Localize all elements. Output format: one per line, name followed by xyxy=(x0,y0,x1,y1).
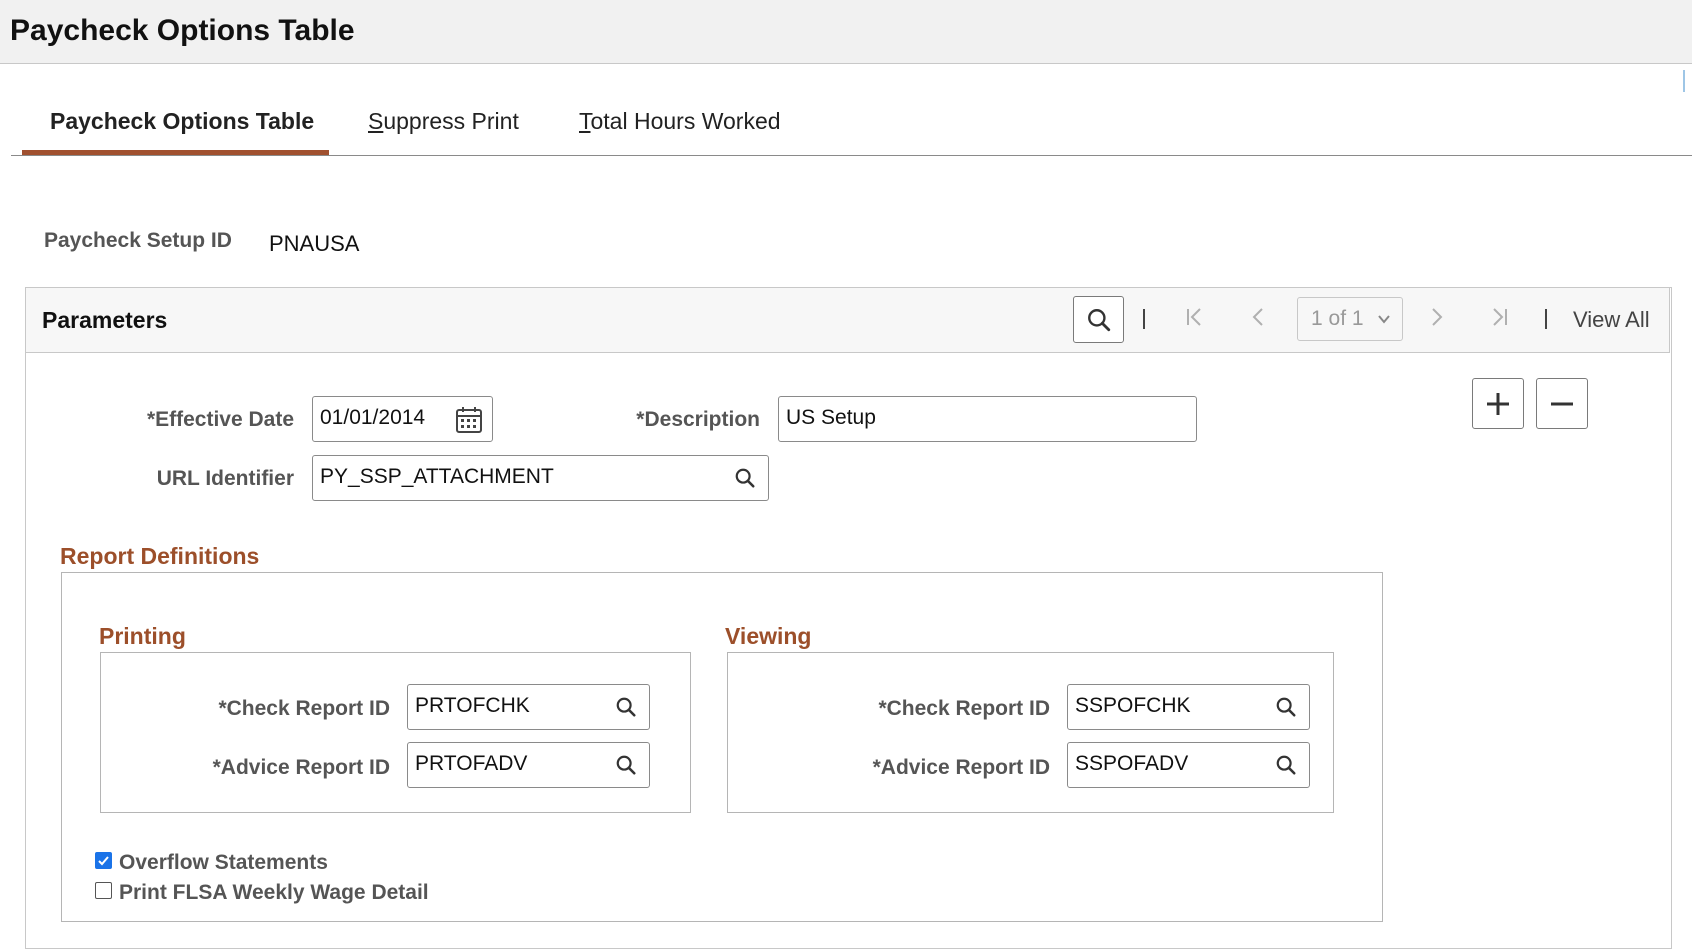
pager-separator xyxy=(1143,309,1145,329)
find-button[interactable] xyxy=(1073,296,1124,343)
tab-paycheck-options-table[interactable]: Paycheck Options Table xyxy=(50,108,314,135)
page-position: 1 of 1 xyxy=(1311,307,1364,330)
next-button[interactable] xyxy=(1426,306,1448,333)
printing-advice-report-label: *Advice Report ID xyxy=(212,756,390,779)
printing-advice-report-value: PRTOFADV xyxy=(415,752,528,775)
chevron-down-icon xyxy=(1377,315,1390,324)
first-button[interactable] xyxy=(1184,306,1206,333)
access-key: S xyxy=(368,108,384,134)
url-identifier-label: URL Identifier xyxy=(156,467,294,490)
delete-row-button[interactable] xyxy=(1536,378,1588,429)
url-identifier-field[interactable]: PY_SSP_ATTACHMENT xyxy=(312,455,769,501)
search-icon[interactable] xyxy=(615,696,637,718)
tab-suppress-print[interactable]: Suppress Print xyxy=(368,108,519,135)
setup-id-value: PNAUSA xyxy=(269,231,360,256)
setup-id-label: Paycheck Setup ID xyxy=(44,229,232,252)
viewing-check-report-label: *Check Report ID xyxy=(878,697,1050,720)
viewing-advice-report-value: SSPOFADV xyxy=(1075,752,1189,775)
flsa-weekly-wage-label[interactable]: Print FLSA Weekly Wage Detail xyxy=(119,881,429,905)
access-key: T xyxy=(579,108,591,134)
page-title: Paycheck Options Table xyxy=(10,14,355,47)
viewing-title: Viewing xyxy=(725,623,812,649)
add-icon xyxy=(1487,392,1509,415)
flsa-weekly-wage-checkbox[interactable] xyxy=(95,882,112,899)
parameters-title: Parameters xyxy=(42,307,168,333)
printing-advice-report-field[interactable]: PRTOFADV xyxy=(407,742,650,788)
search-icon[interactable] xyxy=(615,754,637,776)
view-all-link[interactable]: View All xyxy=(1573,307,1650,333)
viewing-advice-report-field[interactable]: SSPOFADV xyxy=(1067,742,1310,788)
overflow-statements-label[interactable]: Overflow Statements xyxy=(119,851,328,875)
viewing-check-report-field[interactable]: SSPOFCHK xyxy=(1067,684,1310,730)
viewing-check-report-value: SSPOFCHK xyxy=(1075,694,1191,717)
description-field[interactable]: US Setup xyxy=(778,396,1197,442)
printing-check-report-label: *Check Report ID xyxy=(218,697,390,720)
description-label: *Description xyxy=(636,408,760,431)
url-identifier-value: PY_SSP_ATTACHMENT xyxy=(320,465,554,488)
printing-title: Printing xyxy=(99,623,186,649)
first-icon xyxy=(1187,308,1201,326)
search-icon[interactable] xyxy=(1275,696,1297,718)
page-select[interactable]: 1 of 1 xyxy=(1297,297,1403,341)
previous-icon xyxy=(1252,308,1263,326)
tabs-divider xyxy=(11,155,1692,156)
viewing-advice-report-label: *Advice Report ID xyxy=(872,756,1050,779)
overflow-statements-checkbox[interactable] xyxy=(95,852,112,869)
remove-icon xyxy=(1551,402,1573,405)
tab-total-hours-worked[interactable]: Total Hours Worked xyxy=(579,108,781,135)
previous-button[interactable] xyxy=(1247,306,1269,333)
search-icon[interactable] xyxy=(1275,754,1297,776)
last-icon xyxy=(1493,308,1507,326)
effective-date-value: 01/01/2014 xyxy=(320,406,426,429)
last-button[interactable] xyxy=(1488,306,1510,333)
scroll-marker xyxy=(1683,70,1685,92)
viewing-box xyxy=(727,652,1334,813)
description-value: US Setup xyxy=(786,406,876,429)
effective-date-label: *Effective Date xyxy=(146,408,294,431)
printing-check-report-field[interactable]: PRTOFCHK xyxy=(407,684,650,730)
calendar-icon[interactable] xyxy=(454,405,484,435)
search-icon xyxy=(1087,308,1110,331)
search-icon[interactable] xyxy=(734,467,756,489)
parameters-header xyxy=(25,287,1670,353)
effective-date-field[interactable]: 01/01/2014 xyxy=(312,396,493,442)
printing-check-report-value: PRTOFCHK xyxy=(415,694,530,717)
report-definitions-title: Report Definitions xyxy=(60,543,260,569)
add-row-button[interactable] xyxy=(1472,378,1524,429)
pager-separator xyxy=(1545,309,1547,329)
printing-box xyxy=(100,652,691,813)
check-icon xyxy=(98,856,109,866)
next-icon xyxy=(1432,308,1443,326)
